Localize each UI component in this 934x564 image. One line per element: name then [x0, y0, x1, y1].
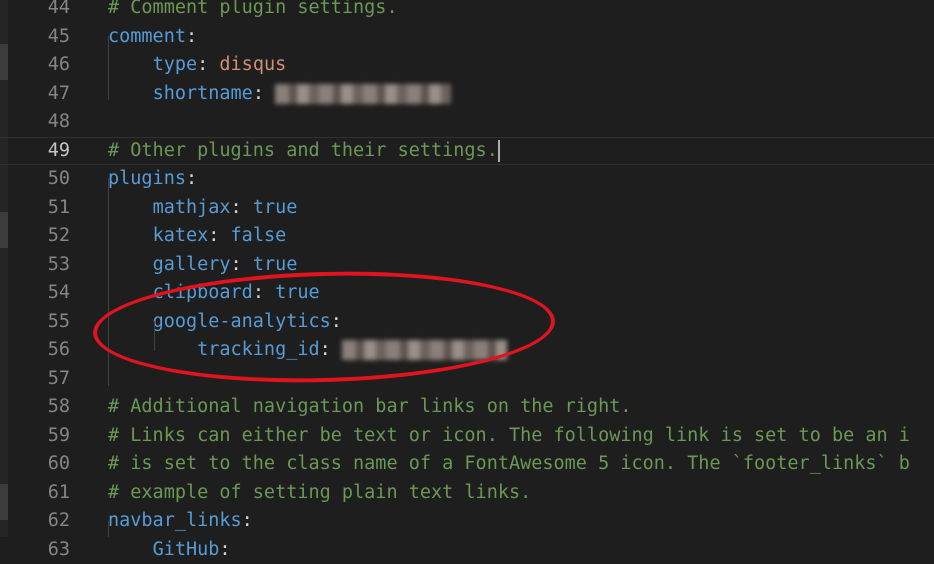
yaml-comment: # Links can either be text or icon. The …: [108, 425, 910, 446]
yaml-key: mathjax: [153, 197, 231, 218]
code-text: # Comment plugin settings.: [108, 0, 398, 23]
yaml-key: katex: [153, 225, 209, 246]
indent-guide: [108, 178, 109, 386]
line-number: 54: [0, 279, 70, 308]
code-line[interactable]: 49 # Other plugins and their settings.: [0, 137, 934, 166]
yaml-punct: [108, 83, 153, 104]
yaml-comment: # Other plugins and their settings.: [108, 140, 498, 161]
yaml-punct: :: [231, 197, 253, 218]
yaml-punct: :: [186, 26, 197, 47]
code-line[interactable]: 62 navbar_links:: [0, 507, 934, 536]
yaml-comment: # example of setting plain text links.: [108, 482, 531, 503]
yaml-punct: :: [253, 83, 275, 104]
line-number: 50: [0, 165, 70, 194]
line-number: 48: [0, 108, 70, 137]
line-number: 47: [0, 80, 70, 109]
code-line[interactable]: 58 # Additional navigation bar links on t…: [0, 393, 934, 422]
code-line[interactable]: 51 mathjax: true: [0, 194, 934, 223]
code-line[interactable]: 47 shortname:: [0, 80, 934, 109]
yaml-boolean: false: [231, 225, 287, 246]
code-editor[interactable]: 44# Comment plugin settings.45comment:46…: [0, 0, 934, 537]
code-line[interactable]: 61 # example of setting plain text links.: [0, 479, 934, 508]
redacted-value: [275, 84, 451, 104]
yaml-key: GitHub: [153, 539, 220, 560]
text-cursor: [498, 140, 500, 162]
line-number: 53: [0, 251, 70, 280]
yaml-punct: [108, 539, 153, 560]
code-text: navbar_links:: [108, 507, 253, 536]
line-number: 61: [0, 479, 70, 508]
line-number: 52: [0, 222, 70, 251]
indent-guide: [108, 36, 109, 100]
yaml-punct: [108, 254, 153, 275]
line-number: 58: [0, 393, 70, 422]
code-text: # Additional navigation bar links on the…: [108, 393, 631, 422]
yaml-comment: # is set to the class name of a FontAwes…: [108, 453, 910, 474]
code-text: type: disqus: [108, 51, 286, 80]
code-text: plugins:: [108, 165, 197, 194]
yaml-punct: [108, 225, 153, 246]
line-number: 45: [0, 23, 70, 52]
code-line[interactable]: 46 type: disqus: [0, 51, 934, 80]
yaml-punct: :: [219, 539, 230, 560]
yaml-punct: :: [242, 510, 253, 531]
line-number: 57: [0, 365, 70, 394]
yaml-punct: [108, 197, 153, 218]
yaml-comment: # Comment plugin settings.: [108, 0, 398, 18]
yaml-key: plugins: [108, 168, 186, 189]
line-number: 63: [0, 536, 70, 564]
code-line[interactable]: 48: [0, 108, 934, 137]
code-text: # example of setting plain text links.: [108, 479, 531, 508]
line-number: 56: [0, 336, 70, 365]
yaml-punct: :: [208, 225, 230, 246]
yaml-punct: :: [231, 254, 253, 275]
code-line[interactable]: 63 GitHub:: [0, 536, 934, 564]
line-number: 49: [0, 137, 70, 166]
code-line[interactable]: 44 # Comment plugin settings.: [0, 0, 934, 23]
indent-guide: [108, 521, 109, 537]
line-number: 44: [0, 0, 70, 23]
yaml-boolean: true: [253, 254, 298, 275]
code-line[interactable]: 57: [0, 365, 934, 394]
yaml-key: navbar_links: [108, 510, 242, 531]
code-text: # is set to the class name of a FontAwes…: [108, 450, 910, 479]
code-text: # Links can either be text or icon. The …: [108, 422, 910, 451]
code-text: mathjax: true: [108, 194, 297, 223]
line-number: 55: [0, 308, 70, 337]
yaml-punct: :: [186, 168, 197, 189]
code-line[interactable]: 53 gallery: true: [0, 251, 934, 280]
yaml-punct: [108, 54, 153, 75]
yaml-key: gallery: [153, 254, 231, 275]
code-text: comment:: [108, 23, 197, 52]
yaml-string: disqus: [219, 54, 286, 75]
code-text: shortname:: [108, 80, 451, 109]
code-line[interactable]: 50 plugins:: [0, 165, 934, 194]
yaml-comment: # Additional navigation bar links on the…: [108, 396, 631, 417]
code-text: # Other plugins and their settings.: [108, 137, 500, 166]
line-number: 60: [0, 450, 70, 479]
yaml-key: type: [153, 54, 198, 75]
line-number: 46: [0, 51, 70, 80]
yaml-key: comment: [108, 26, 186, 47]
code-line[interactable]: 52 katex: false: [0, 222, 934, 251]
line-number: 51: [0, 194, 70, 223]
code-text: katex: false: [108, 222, 286, 251]
yaml-boolean: true: [253, 197, 298, 218]
line-number: 59: [0, 422, 70, 451]
code-line[interactable]: 59 # Links can either be text or icon. Th…: [0, 422, 934, 451]
code-line[interactable]: 60 # is set to the class name of a FontAw…: [0, 450, 934, 479]
code-text: GitHub:: [108, 536, 231, 564]
line-number: 62: [0, 507, 70, 536]
yaml-punct: :: [197, 54, 219, 75]
code-line[interactable]: 45 comment:: [0, 23, 934, 52]
yaml-key: shortname: [153, 83, 253, 104]
